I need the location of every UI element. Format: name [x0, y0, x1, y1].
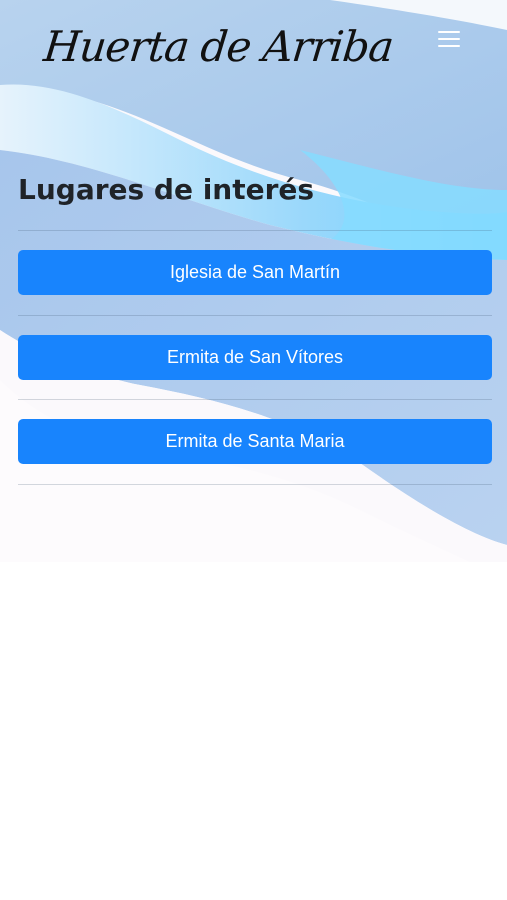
- page-title: Lugares de interés: [18, 173, 315, 206]
- divider: [18, 484, 492, 485]
- place-button-iglesia-san-martin[interactable]: Iglesia de San Martín: [18, 250, 492, 295]
- divider: [18, 399, 492, 400]
- hamburger-menu-icon[interactable]: [432, 26, 466, 54]
- hero-section: Huerta de Arriba Lugares de interés Igle…: [0, 0, 507, 562]
- site-title[interactable]: Huerta de Arriba: [41, 22, 395, 71]
- place-button-ermita-santa-maria[interactable]: Ermita de Santa Maria: [18, 419, 492, 464]
- menu-bar: [438, 38, 460, 40]
- divider: [18, 315, 492, 316]
- place-button-ermita-san-vitores[interactable]: Ermita de San Vítores: [18, 335, 492, 380]
- divider: [18, 230, 492, 231]
- menu-bar: [438, 31, 460, 33]
- menu-bar: [438, 45, 460, 47]
